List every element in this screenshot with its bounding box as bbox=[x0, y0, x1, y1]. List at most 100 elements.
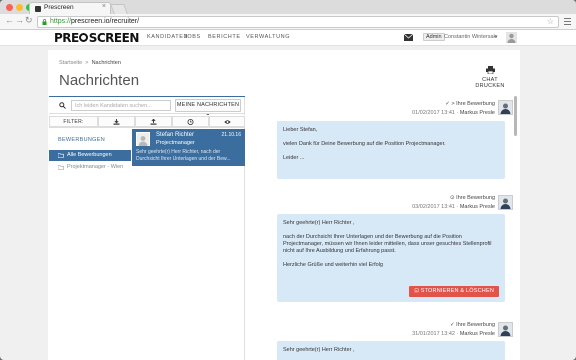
reload-icon[interactable]: ↻ bbox=[25, 15, 33, 26]
person-icon bbox=[499, 323, 512, 336]
cancel-delete-button[interactable]: ⊡ STORNIEREN & LÖSCHEN bbox=[409, 286, 499, 297]
message-paragraph: Sehr geehrte(r) Herr Richter , bbox=[283, 347, 355, 353]
folders-title: BEWERBUNGEN bbox=[58, 137, 105, 143]
prescreen-logo[interactable]: PRE SCREEN bbox=[54, 31, 139, 45]
chat-print-label: CHAT DRUCKEN bbox=[475, 77, 505, 89]
person-icon bbox=[499, 196, 512, 209]
nav-berichte[interactable]: BERICHTE bbox=[208, 34, 241, 40]
bookmark-star-icon[interactable]: ☆ bbox=[547, 17, 554, 26]
message-bubble: Lieber Stefan, vielen Dank für Deine Bew… bbox=[277, 121, 505, 179]
folder-icon bbox=[58, 165, 64, 170]
url-protocol: https:// bbox=[50, 18, 72, 25]
sender-avatar bbox=[498, 100, 513, 115]
message-meta: 31/01/2017 13:42 · Markus Presle bbox=[412, 331, 495, 337]
nav-jobs[interactable]: JOBS bbox=[184, 34, 201, 40]
message-item: ✓ Ihre Bewerbung 31/01/2017 13:42 · Mark… bbox=[277, 322, 513, 360]
folder-label: Projektmanager - Wien bbox=[67, 164, 124, 170]
page-title: Nachrichten bbox=[59, 72, 140, 89]
message-thread: ✓ > Ihre Bewerbung 01/02/2017 13:41 · Ma… bbox=[247, 96, 515, 360]
breadcrumb: Startseite > Nachrichten bbox=[59, 60, 121, 66]
mail-icon[interactable] bbox=[404, 34, 413, 41]
logo-circle-icon bbox=[79, 33, 89, 42]
message-item: ⊙ Ihre Bewerbung 03/02/2017 13:41 · Mark… bbox=[277, 195, 513, 305]
sender-avatar bbox=[498, 322, 513, 337]
message-bubble: Sehr geehrte(r) Herr Richter , bbox=[277, 341, 505, 360]
message-status: ✓ > Ihre Bewerbung bbox=[445, 101, 495, 107]
printer-icon bbox=[485, 66, 495, 74]
browser-window: Prescreen × ← → ↻ https:// prescreen.io/… bbox=[0, 0, 576, 360]
message-status: ⊙ Ihre Bewerbung bbox=[450, 195, 495, 201]
filter-time-button[interactable] bbox=[172, 116, 209, 127]
chat-print-button[interactable]: CHAT DRUCKEN bbox=[468, 66, 512, 89]
message-paragraph: Leider ... bbox=[283, 155, 305, 161]
message-meta: 03/02/2017 13:41 · Markus Presle bbox=[412, 204, 495, 210]
logo-text-left: PRE bbox=[54, 31, 79, 45]
filter-label: FILTER: bbox=[49, 116, 98, 127]
breadcrumb-separator: > bbox=[85, 60, 89, 66]
browser-menu-icon[interactable] bbox=[564, 17, 571, 26]
nav-verwaltung[interactable]: VERWALTUNG bbox=[246, 34, 290, 40]
logo-text-right: SCREEN bbox=[88, 31, 140, 45]
filter-visibility-button[interactable] bbox=[209, 116, 245, 127]
message-item: ✓ > Ihre Bewerbung 01/02/2017 13:41 · Ma… bbox=[277, 99, 513, 179]
breadcrumb-home[interactable]: Startseite bbox=[59, 60, 82, 66]
folder-item-projectmanager[interactable]: Projektmanager - Wien bbox=[49, 162, 131, 173]
new-tab-button[interactable] bbox=[110, 4, 128, 14]
app-header: PRE SCREEN KANDIDATEN JOBS BERICHTE VERWA… bbox=[0, 30, 576, 46]
minimize-window-button[interactable] bbox=[16, 4, 23, 11]
search-row: MEINE NACHRICHTEN ▾ bbox=[49, 96, 245, 119]
folder-open-icon bbox=[58, 153, 64, 158]
clock-icon bbox=[187, 119, 194, 125]
message-paragraph: nach der Durchsicht Ihrer Unterlagen und… bbox=[283, 234, 492, 254]
search-icon bbox=[59, 102, 66, 109]
tab-close-icon[interactable]: × bbox=[102, 3, 106, 10]
forward-icon[interactable]: → bbox=[15, 15, 24, 25]
message-meta: 01/02/2017 13:41 · Markus Presle bbox=[412, 110, 495, 116]
message-paragraph: Herzliche Grüße und weiterhin viel Erfol… bbox=[283, 262, 383, 268]
tab-title: Prescreen bbox=[44, 4, 74, 11]
left-panel: MEINE NACHRICHTEN ▾ FILTER: BEWERBUNGEN bbox=[49, 96, 245, 360]
close-window-button[interactable] bbox=[6, 4, 13, 11]
browser-toolbar: ← → ↻ https:// prescreen.io/recruiter/ ☆ bbox=[0, 14, 576, 30]
person-icon bbox=[499, 101, 512, 114]
address-bar[interactable]: https:// prescreen.io/recruiter/ ☆ bbox=[37, 16, 559, 28]
message-author: Markus Presle bbox=[459, 110, 495, 116]
chevron-down-icon[interactable]: ▾ bbox=[495, 34, 498, 40]
back-icon[interactable]: ← bbox=[5, 15, 14, 25]
tab-bar: Prescreen × bbox=[0, 0, 576, 14]
message-paragraph: Sehr geehrte(r) Herr Richter , bbox=[283, 220, 355, 226]
person-icon bbox=[138, 136, 148, 146]
messages-page: Startseite > Nachrichten Nachrichten CHA… bbox=[48, 50, 520, 360]
download-icon bbox=[113, 119, 120, 125]
breadcrumb-current: Nachrichten bbox=[91, 60, 121, 66]
message-bubble: Sehr geehrte(r) Herr Richter , nach der … bbox=[277, 214, 505, 302]
search-input[interactable] bbox=[71, 100, 171, 111]
message-status: ✓ Ihre Bewerbung bbox=[450, 322, 495, 328]
folder-item-all-applications[interactable]: Alle Bewerbungen bbox=[49, 150, 131, 161]
favicon-icon bbox=[35, 6, 41, 12]
my-messages-dropdown[interactable]: MEINE NACHRICHTEN ▾ bbox=[175, 99, 241, 119]
lock-icon bbox=[42, 19, 47, 25]
sender-avatar bbox=[498, 195, 513, 210]
user-name[interactable]: Constantin Wintersak bbox=[444, 34, 496, 40]
conversation-date: 21.10.16 bbox=[221, 132, 241, 138]
conversation-list: Stefan Richter 21.10.16 Projectmanager S… bbox=[132, 128, 245, 360]
thread-scrollbar[interactable] bbox=[514, 96, 517, 136]
browser-tab[interactable]: Prescreen × bbox=[29, 2, 111, 14]
filter-upload-button[interactable] bbox=[135, 116, 172, 127]
conversation-item[interactable]: Stefan Richter 21.10.16 Projectmanager S… bbox=[132, 129, 245, 166]
eye-icon bbox=[223, 120, 231, 124]
candidate-avatar bbox=[136, 132, 150, 146]
nav-kandidaten[interactable]: KANDIDATEN bbox=[147, 34, 188, 40]
message-time: 01/02/2017 13:41 bbox=[412, 110, 455, 116]
user-avatar-icon[interactable] bbox=[506, 32, 517, 43]
message-author: Markus Presle bbox=[459, 204, 495, 210]
filter-download-button[interactable] bbox=[98, 116, 135, 127]
message-time: 03/02/2017 13:41 bbox=[412, 204, 455, 210]
folder-list: BEWERBUNGEN Alle Bewerbungen Projektmana… bbox=[49, 128, 131, 360]
admin-badge: Admin bbox=[423, 33, 445, 41]
folder-label: Alle Bewerbungen bbox=[67, 152, 112, 158]
conversation-role: Projectmanager bbox=[156, 140, 195, 146]
message-author: Markus Presle bbox=[459, 331, 495, 337]
message-paragraph: vielen Dank für Deine Bewerbung auf die … bbox=[283, 141, 446, 147]
